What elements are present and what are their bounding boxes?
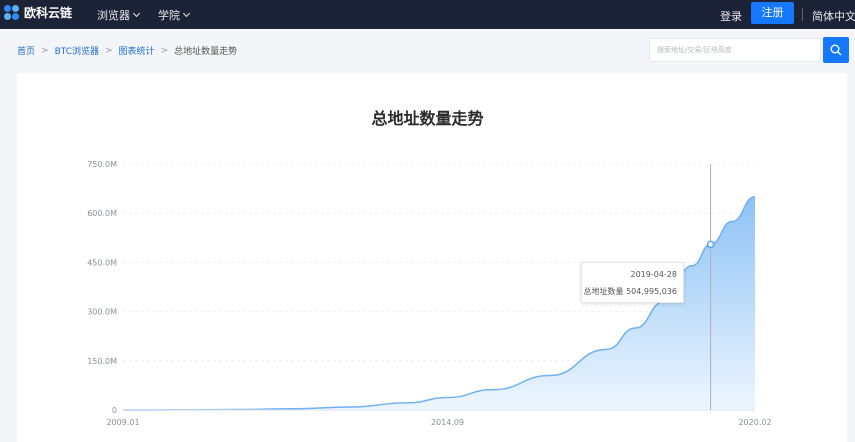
tooltip-value-line: 总地址数量 504,995,036 xyxy=(584,286,677,297)
tooltip-series-label: 总地址数量 xyxy=(583,287,624,296)
y-tick-label: 0 xyxy=(112,406,117,415)
y-tick-label: 150.0M xyxy=(87,357,117,366)
hover-point xyxy=(706,240,715,249)
x-tick-label: 2020.02 xyxy=(738,418,771,427)
series-area xyxy=(123,196,755,410)
x-tick-label: 2009.01 xyxy=(106,418,139,427)
y-tick-label: 750.0M xyxy=(87,160,117,169)
tooltip-date: 2019-04-28 xyxy=(630,270,678,279)
address-count-chart[interactable]: 0 150.0M 300.0M 450.0M 600.0M 750.0M 2009.01 20… xyxy=(0,0,855,442)
chart-tooltip: 2019-04-28 总地址数量 504,995,036 xyxy=(581,262,684,303)
tooltip-value: 504,995,036 xyxy=(626,287,677,296)
y-tick-label: 300.0M xyxy=(87,308,117,317)
y-tick-label: 450.0M xyxy=(87,258,117,267)
y-tick-label: 600.0M xyxy=(87,209,117,218)
x-tick-label: 2014.09 xyxy=(431,418,464,427)
